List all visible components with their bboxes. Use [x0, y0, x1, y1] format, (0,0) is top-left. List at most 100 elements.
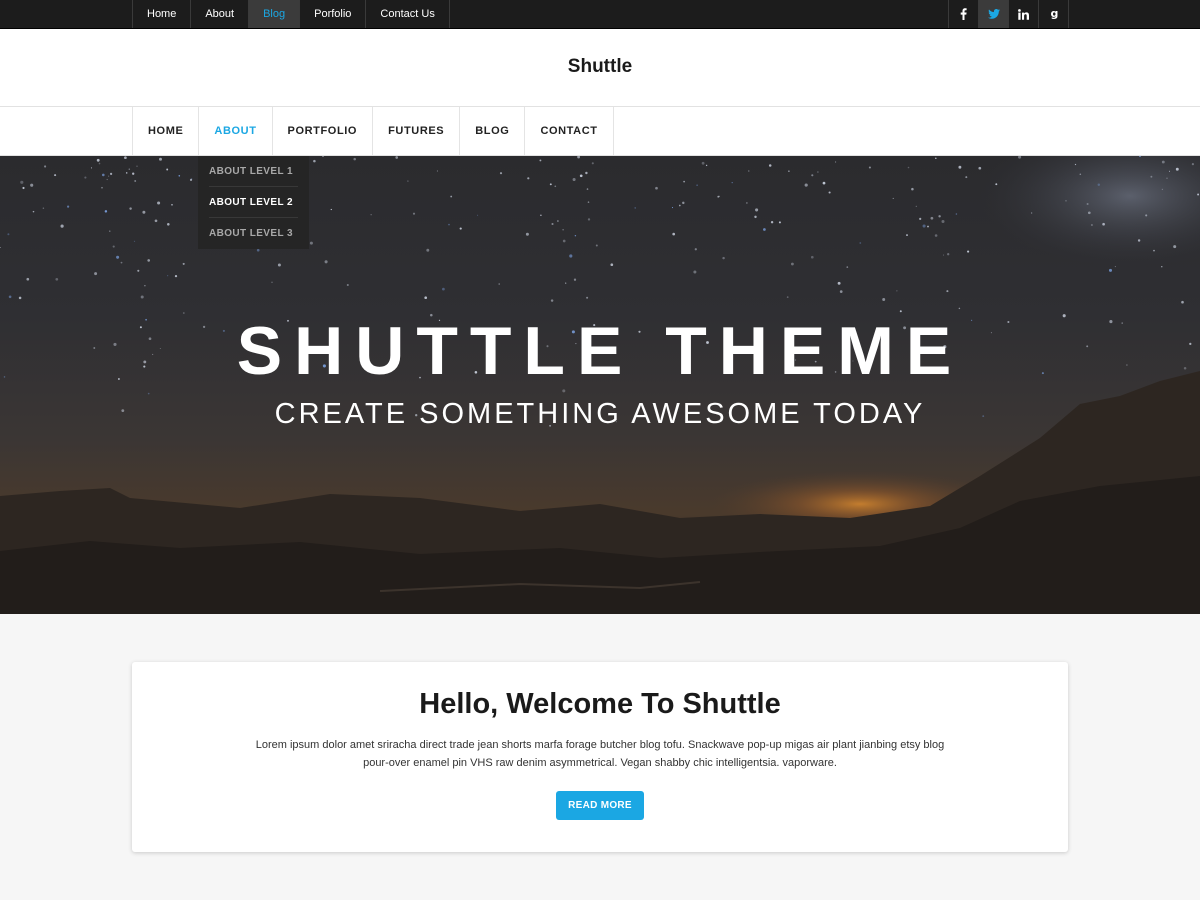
star [731, 181, 733, 184]
star [682, 201, 685, 205]
star [539, 159, 542, 162]
star [134, 180, 137, 182]
dropdown-item-about-level-3[interactable]: ABOUT LEVEL 3 [209, 218, 298, 249]
star [424, 296, 428, 300]
star [309, 241, 313, 245]
star [313, 159, 316, 163]
star [527, 177, 530, 180]
star [154, 219, 158, 223]
star [978, 166, 982, 170]
site-title[interactable]: Shuttle [0, 56, 1200, 78]
star [1031, 212, 1033, 214]
star [965, 176, 968, 179]
star [896, 290, 898, 292]
star [1161, 188, 1164, 191]
star [112, 245, 115, 248]
star [927, 225, 929, 228]
star [693, 270, 697, 274]
star [585, 171, 588, 175]
star [788, 170, 790, 172]
main-nav-blog[interactable]: BLOG [460, 107, 526, 155]
star [32, 210, 35, 213]
star [125, 172, 128, 174]
dropdown-item-about-level-1[interactable]: ABOUT LEVEL 1 [209, 156, 298, 187]
top-nav-about[interactable]: About [191, 0, 250, 28]
star [577, 156, 581, 159]
star [1145, 214, 1148, 217]
star [18, 296, 22, 300]
star [26, 277, 30, 281]
top-nav-contact[interactable]: Contact Us [366, 0, 450, 28]
star [8, 295, 12, 299]
star [995, 183, 998, 186]
star [557, 220, 559, 222]
main-nav-futures[interactable]: FUTURES [373, 107, 461, 155]
main-nav-about[interactable]: ABOUT [199, 107, 273, 155]
star [1079, 173, 1082, 176]
star [1114, 266, 1116, 268]
star [55, 277, 59, 281]
top-nav-portfolio[interactable]: Porfolio [300, 0, 367, 28]
star [748, 170, 750, 172]
star [120, 261, 123, 264]
star [554, 185, 557, 188]
star [442, 287, 445, 291]
top-nav: Home About Blog Porfolio Contact Us [132, 0, 450, 28]
star [395, 156, 399, 159]
star [718, 195, 720, 197]
star [477, 214, 479, 216]
main-nav-portfolio[interactable]: PORTFOLIO [273, 107, 374, 155]
main-nav-contact[interactable]: CONTACT [525, 107, 614, 155]
star [116, 255, 120, 259]
star [136, 165, 138, 167]
star [1173, 245, 1177, 249]
star [1086, 202, 1089, 206]
star [1108, 268, 1113, 272]
star [701, 161, 705, 165]
dropdown-item-about-level-2[interactable]: ABOUT LEVEL 2 [209, 187, 298, 218]
star [133, 240, 136, 242]
star [144, 284, 146, 287]
twitter-icon[interactable] [979, 0, 1009, 28]
star [129, 207, 132, 210]
star [586, 296, 589, 299]
star [562, 239, 566, 243]
star [20, 180, 24, 184]
welcome-title: Hello, Welcome To Shuttle [419, 688, 781, 720]
star [892, 197, 894, 199]
linkedin-icon[interactable] [1009, 0, 1039, 28]
hero-title: SHUTTLE THEME [236, 313, 964, 389]
star [683, 180, 685, 183]
star [705, 164, 708, 167]
hero-subtitle: CREATE SOMETHING AWESOME TODAY [274, 398, 926, 430]
star [763, 228, 766, 231]
star [839, 290, 843, 293]
star [171, 204, 173, 206]
top-nav-blog[interactable]: Blog [249, 0, 301, 28]
star [550, 299, 554, 302]
star [174, 275, 178, 278]
star [573, 278, 577, 281]
read-more-button[interactable]: READ MORE [556, 791, 644, 820]
star [967, 250, 970, 253]
star [586, 188, 589, 190]
star [109, 230, 111, 232]
star [911, 187, 914, 191]
star [591, 162, 594, 165]
star [22, 186, 25, 190]
star [678, 204, 681, 207]
star [755, 208, 759, 212]
star [770, 221, 774, 224]
google-plus-icon[interactable]: g [1039, 0, 1069, 28]
star [919, 217, 922, 220]
star [147, 392, 150, 395]
top-nav-home[interactable]: Home [133, 0, 192, 28]
star [132, 172, 135, 175]
star [934, 234, 938, 237]
star [958, 307, 961, 310]
star [672, 232, 676, 236]
star [104, 210, 108, 213]
site-header: Shuttle [0, 29, 1200, 107]
facebook-icon[interactable] [949, 0, 979, 28]
main-nav-home[interactable]: HOME [133, 107, 200, 155]
